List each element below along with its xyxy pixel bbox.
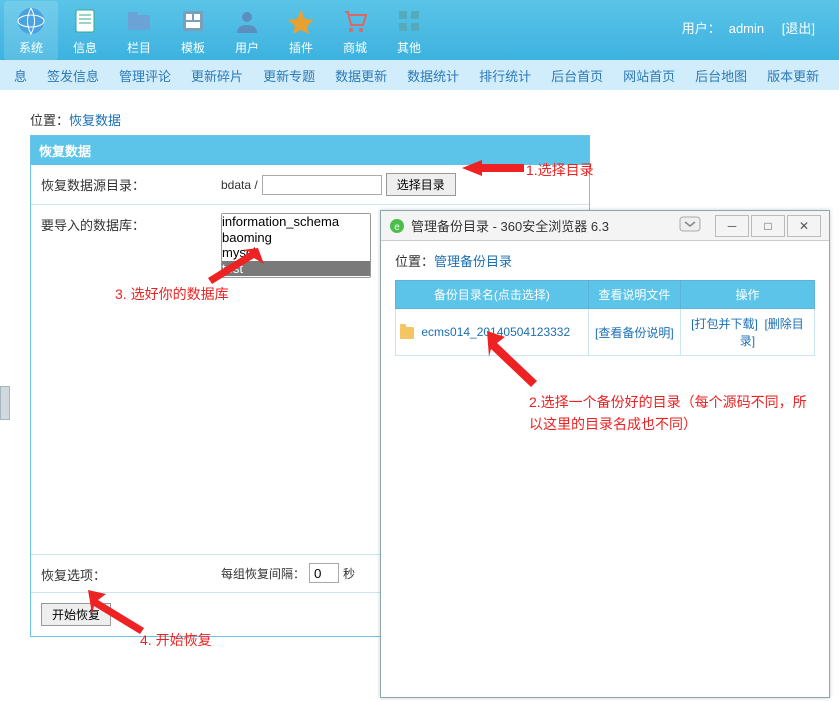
db-option[interactable]: information_schema	[222, 214, 370, 230]
source-dir-input[interactable]	[262, 175, 382, 195]
th-op: 操作	[680, 281, 814, 309]
opt-label: 恢复选项：	[41, 563, 221, 584]
annotation-2: 2.选择一个备份好的目录（每个源码不同，所以这里的目录名成也不同）	[529, 391, 809, 436]
user-label: 用户：	[682, 21, 721, 36]
popup-title-text: 管理备份目录 - 360安全浏览器 6.3	[411, 216, 673, 235]
folder-icon	[400, 327, 414, 339]
svg-text:e: e	[394, 222, 400, 233]
toolbar-user[interactable]: 用户	[220, 1, 274, 60]
subnav-item[interactable]: 后台首页	[543, 62, 611, 89]
subnav-item[interactable]: 息	[6, 62, 35, 89]
th-view: 查看说明文件	[588, 281, 680, 309]
user-name: admin	[729, 21, 764, 36]
shop-icon	[339, 5, 371, 37]
minimize-button[interactable]: ─	[715, 215, 749, 237]
template-icon	[177, 5, 209, 37]
db-label: 要导入的数据库：	[41, 213, 221, 234]
interval-unit: 秒	[343, 565, 355, 582]
globe-icon	[15, 5, 47, 37]
toolbar-shop[interactable]: 商城	[328, 1, 382, 60]
backup-table: 备份目录名(点击选择) 查看说明文件 操作 ecms014_2014050412…	[395, 280, 815, 356]
subnav-item[interactable]: 更新碎片	[183, 62, 251, 89]
subnav-item[interactable]: 签发信息	[39, 62, 107, 89]
subnav-item[interactable]: 数据更新	[327, 62, 395, 89]
db-option[interactable]: test	[222, 261, 370, 277]
toolbar-info[interactable]: 信息	[58, 1, 112, 60]
user-area: 用户： admin [退出]	[678, 18, 819, 37]
th-name: 备份目录名(点击选择)	[396, 281, 589, 309]
db-option[interactable]: mysql	[222, 245, 370, 261]
interval-input[interactable]	[309, 563, 339, 583]
download-link[interactable]: [打包并下载]	[691, 317, 758, 331]
subnav-item[interactable]: 管理评论	[111, 62, 179, 89]
user-icon	[231, 5, 263, 37]
plugin-icon	[285, 5, 317, 37]
toolbar-system[interactable]: 系统	[4, 1, 58, 60]
maximize-button[interactable]: □	[751, 215, 785, 237]
database-list[interactable]: information_schema baoming mysql test te…	[221, 213, 371, 278]
doc-icon	[69, 5, 101, 37]
start-restore-button[interactable]: 开始恢复	[41, 603, 111, 626]
db-option[interactable]: test2	[222, 276, 370, 278]
choose-dir-button[interactable]: 选择目录	[386, 173, 456, 196]
sub-nav: 息 签发信息 管理评论 更新碎片 更新专题 数据更新 数据统计 排行统计 后台首…	[0, 60, 839, 90]
interval-label: 每组恢复间隔：	[221, 565, 305, 582]
toolbar-column[interactable]: 栏目	[112, 1, 166, 60]
subnav-item[interactable]: 版本更新	[759, 62, 827, 89]
toolbar-template[interactable]: 模板	[166, 1, 220, 60]
backup-dir-link[interactable]: ecms014_20140504123332	[421, 325, 570, 339]
popup-breadcrumb: 位置：管理备份目录	[395, 251, 815, 270]
breadcrumb-link[interactable]: 恢复数据	[69, 113, 121, 128]
close-button[interactable]: ✕	[787, 215, 821, 237]
subnav-item[interactable]: 后台地图	[687, 62, 755, 89]
logout-link[interactable]: [退出]	[782, 21, 815, 36]
other-icon	[393, 5, 425, 37]
subnav-item[interactable]: 排行统计	[471, 62, 539, 89]
popup-bc-link[interactable]: 管理备份目录	[434, 254, 512, 269]
popup-extra-icon[interactable]	[679, 216, 701, 235]
folder-toolbar-icon	[123, 5, 155, 37]
main-toolbar: 系统 信息 栏目 模板 用户 插件 商城	[0, 0, 839, 60]
table-row: ecms014_20140504123332 [查看备份说明] [打包并下载] …	[396, 309, 815, 356]
db-option[interactable]: baoming	[222, 230, 370, 246]
browser-icon: e	[389, 218, 405, 234]
toolbar-plugin[interactable]: 插件	[274, 1, 328, 60]
view-desc-link[interactable]: [查看备份说明]	[595, 326, 674, 340]
subnav-item[interactable]: 更新专题	[255, 62, 323, 89]
source-prefix: bdata /	[221, 178, 258, 192]
subnav-item[interactable]: 网站首页	[615, 62, 683, 89]
toolbar-other[interactable]: 其他	[382, 1, 436, 60]
subnav-item[interactable]: 数据统计	[399, 62, 467, 89]
popup-titlebar[interactable]: e 管理备份目录 - 360安全浏览器 6.3 ─ □ ✕	[381, 211, 829, 241]
breadcrumb: 位置：恢复数据	[30, 110, 839, 129]
popup-window: e 管理备份目录 - 360安全浏览器 6.3 ─ □ ✕ 位置：管理备份目录 …	[380, 210, 830, 698]
source-label: 恢复数据源目录：	[41, 173, 221, 194]
panel-title: 恢复数据	[31, 136, 589, 165]
